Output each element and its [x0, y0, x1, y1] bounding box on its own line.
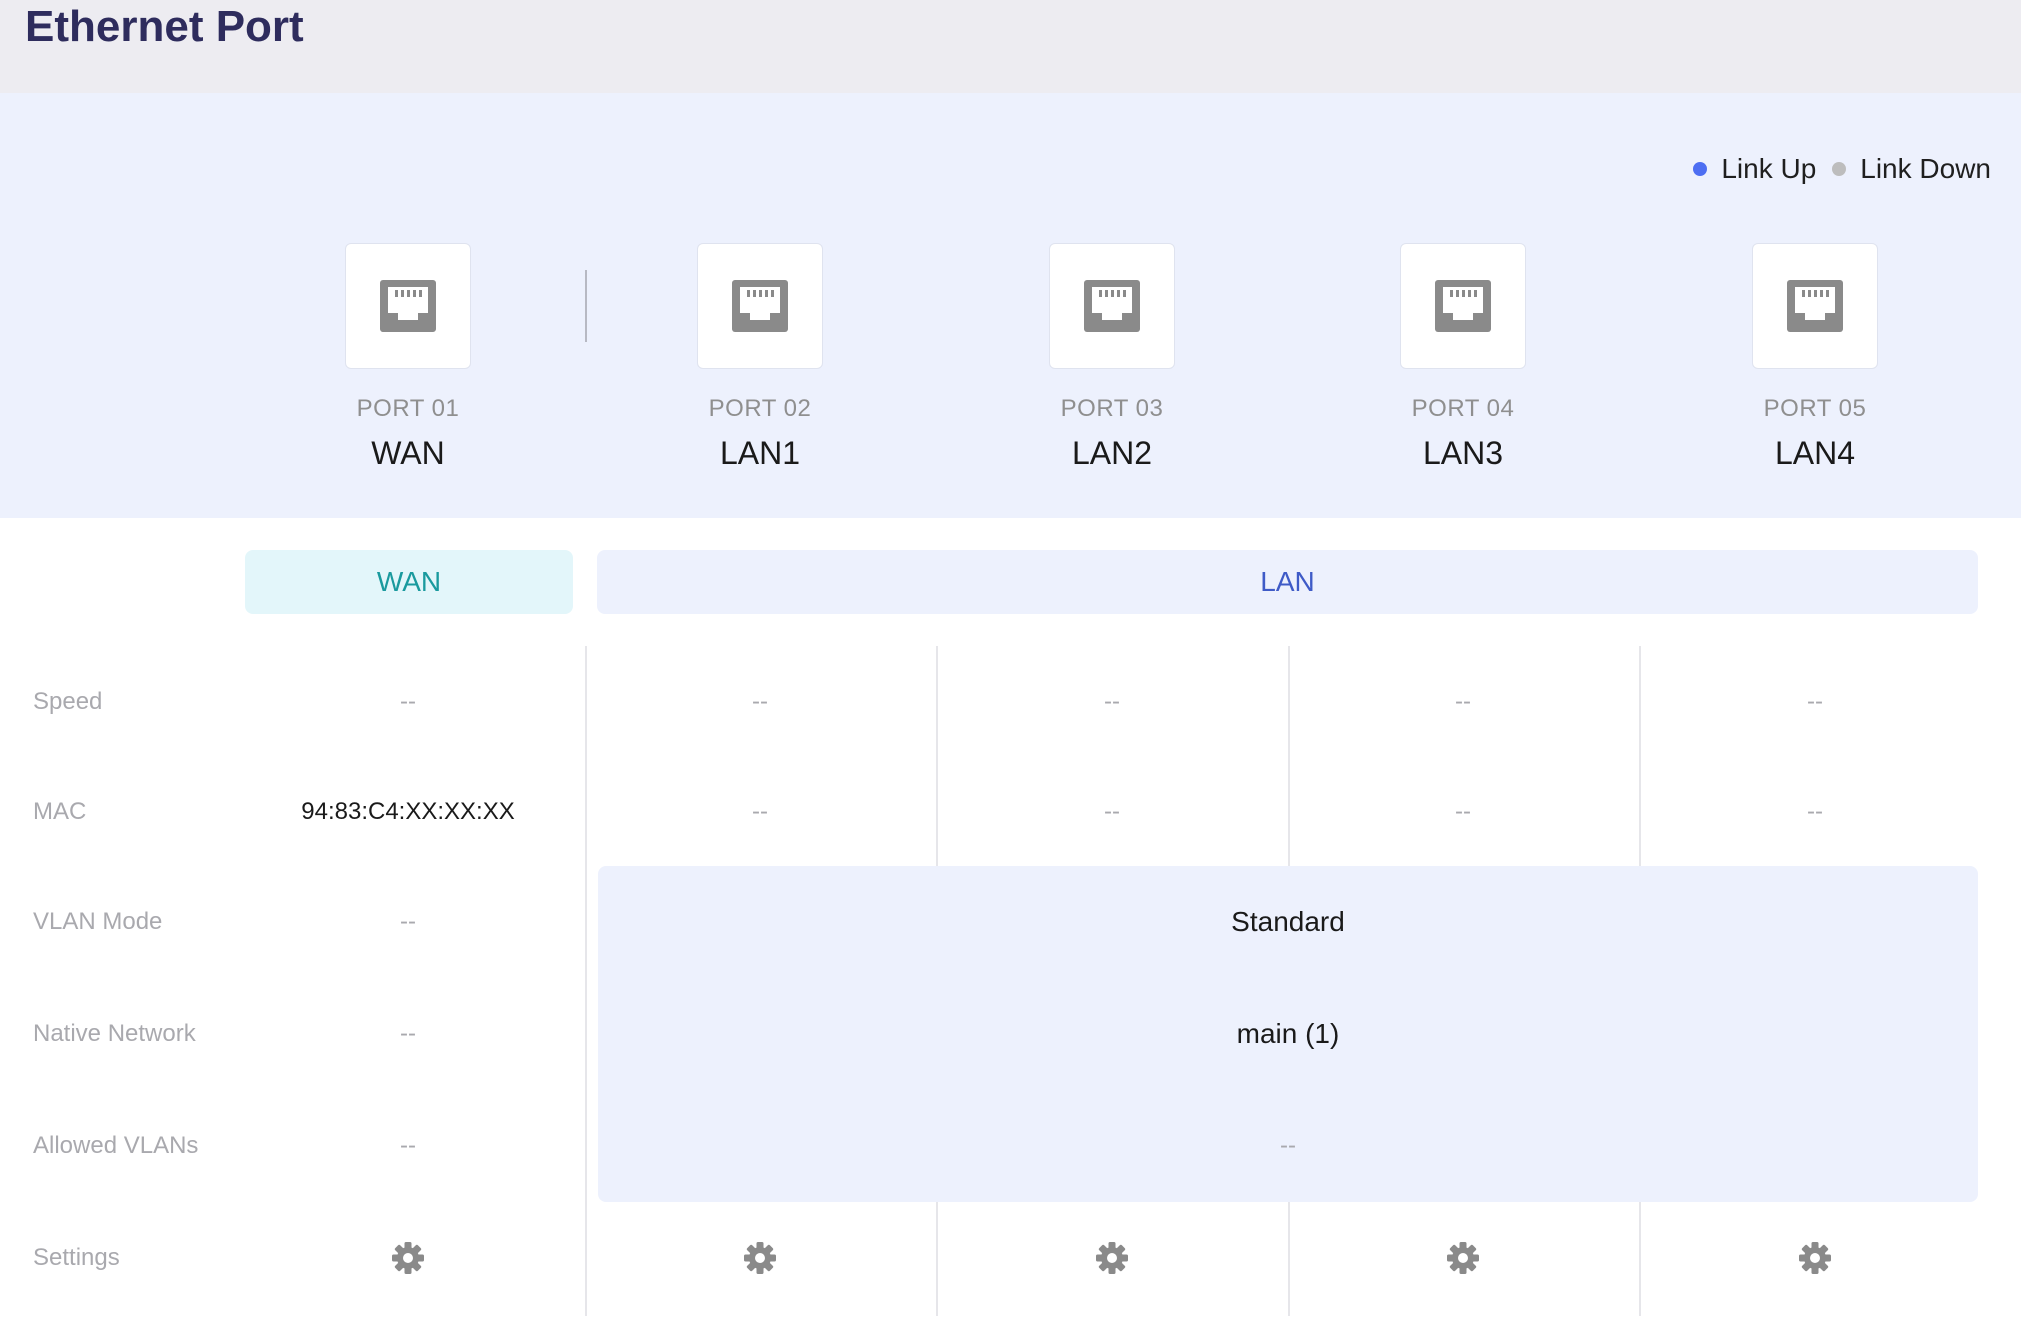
wan-lan-divider	[585, 270, 587, 342]
row-label-vlan-mode: VLAN Mode	[33, 908, 163, 935]
page-header: Ethernet Port	[0, 0, 2021, 93]
allowed-vlans-value-wan: --	[400, 1132, 416, 1159]
port-04[interactable]: PORT 04 LAN3	[1363, 243, 1563, 472]
ethernet-port-icon	[732, 280, 788, 332]
column-divider	[1288, 646, 1290, 866]
native-network-value-lan: main (1)	[1236, 1018, 1340, 1049]
gear-icon[interactable]	[1446, 1241, 1480, 1275]
legend-link-up-label: Link Up	[1721, 153, 1817, 184]
row-label-settings: Settings	[33, 1244, 120, 1271]
row-label-speed: Speed	[33, 688, 103, 715]
page-title: Ethernet Port	[25, 2, 304, 51]
lan-group-header: LAN	[597, 550, 1978, 614]
mac-value-lan1: --	[752, 798, 768, 825]
column-divider	[585, 646, 587, 1316]
vlan-mode-value-lan: Standard	[1231, 906, 1345, 937]
port-05-name: LAN4	[1774, 435, 1856, 471]
native-network-value-wan: --	[400, 1020, 416, 1047]
row-label-allowed-vlans: Allowed VLANs	[33, 1132, 199, 1159]
gear-icon[interactable]	[743, 1241, 777, 1275]
speed-value-lan3: --	[1455, 688, 1471, 715]
link-status-legend: Link Up Link Down	[1677, 153, 1991, 185]
link-up-dot-icon	[1693, 162, 1708, 176]
link-down-dot-icon	[1832, 162, 1847, 176]
speed-value-lan4: --	[1807, 688, 1823, 715]
port-02-box[interactable]	[697, 243, 823, 369]
mac-value-lan4: --	[1807, 798, 1823, 825]
gear-icon[interactable]	[1095, 1241, 1129, 1275]
column-divider	[1639, 646, 1641, 866]
port-04-box[interactable]	[1400, 243, 1526, 369]
ethernet-port-icon	[380, 280, 436, 332]
port-03-box[interactable]	[1049, 243, 1175, 369]
mac-value-wan: 94:83:C4:XX:XX:XX	[301, 798, 515, 825]
port-04-number: PORT 04	[1411, 395, 1515, 422]
wan-group-header: WAN	[245, 550, 573, 614]
gear-icon[interactable]	[391, 1241, 425, 1275]
column-divider	[1288, 1202, 1290, 1316]
speed-value-wan: --	[400, 688, 416, 715]
column-divider	[936, 646, 938, 866]
row-label-native-network: Native Network	[33, 1020, 196, 1047]
column-divider	[1639, 1202, 1641, 1316]
port-02-name: LAN1	[719, 435, 801, 471]
row-label-mac: MAC	[33, 798, 87, 825]
port-03-name: LAN2	[1071, 435, 1153, 471]
gear-icon[interactable]	[1798, 1241, 1832, 1275]
mac-value-lan2: --	[1104, 798, 1120, 825]
legend-link-down: Link Down	[1832, 153, 1991, 185]
port-03[interactable]: PORT 03 LAN2	[1012, 243, 1212, 472]
mac-value-lan3: --	[1455, 798, 1471, 825]
port-01-name: WAN	[371, 435, 445, 471]
ethernet-port-icon	[1435, 280, 1491, 332]
port-01-box[interactable]	[345, 243, 471, 369]
allowed-vlans-value-lan: --	[1280, 1132, 1296, 1159]
port-04-name: LAN3	[1422, 435, 1504, 471]
vlan-mode-value-wan: --	[400, 908, 416, 935]
ethernet-port-icon	[1084, 280, 1140, 332]
port-02[interactable]: PORT 02 LAN1	[660, 243, 860, 472]
speed-value-lan1: --	[752, 688, 768, 715]
port-01-number: PORT 01	[356, 395, 460, 422]
ethernet-port-icon	[1787, 280, 1843, 332]
port-03-number: PORT 03	[1060, 395, 1164, 422]
legend-link-up: Link Up	[1693, 153, 1816, 185]
column-divider	[936, 1202, 938, 1316]
port-05[interactable]: PORT 05 LAN4	[1715, 243, 1915, 472]
legend-link-down-label: Link Down	[1860, 153, 1991, 184]
speed-value-lan2: --	[1104, 688, 1120, 715]
port-05-box[interactable]	[1752, 243, 1878, 369]
port-05-number: PORT 05	[1763, 395, 1867, 422]
port-01[interactable]: PORT 01 WAN	[308, 243, 508, 472]
port-02-number: PORT 02	[708, 395, 812, 422]
